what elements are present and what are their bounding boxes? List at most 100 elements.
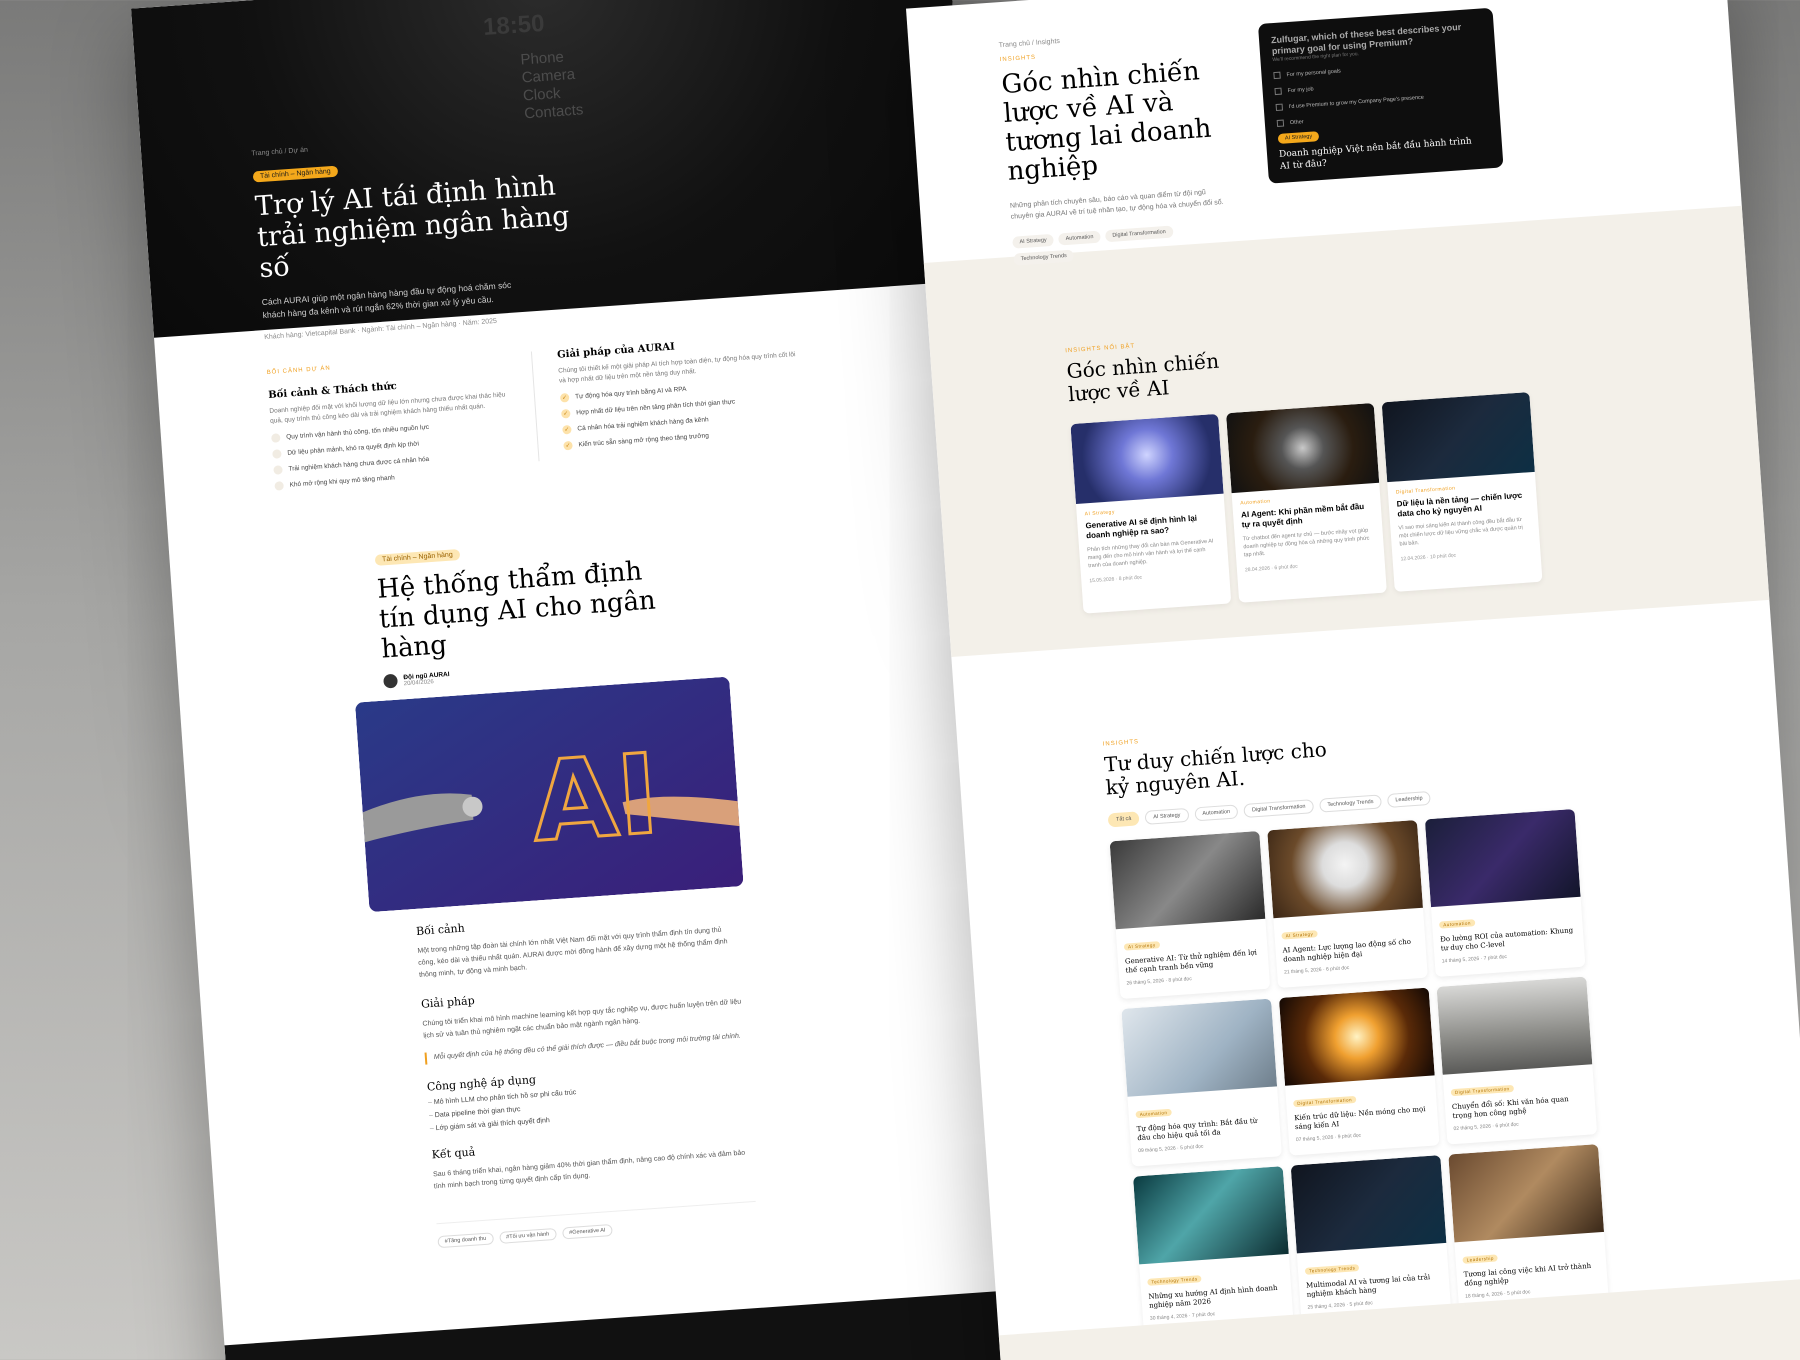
- section-eyebrow: Bối cảnh dự án: [266, 365, 331, 377]
- post-excerpt: Từ chatbot đến agent tự chủ — bước nhảy …: [1242, 527, 1370, 559]
- post-image: [1133, 1166, 1289, 1265]
- post-card[interactable]: Automation Tự động hóa quy trình: Bắt đầu…: [1121, 998, 1282, 1167]
- post-meta: 15.05.2026 · 8 phút đọc: [1089, 574, 1143, 585]
- challenge-column: Bối cảnh dự án Bối cảnh & Thách thức Doa…: [266, 353, 515, 491]
- post-card[interactable]: Digital Transformation Dữ liệu là nền tả…: [1381, 392, 1543, 592]
- case-study-page: 18:50 Phone Camera Clock Contacts Trang …: [130, 0, 1049, 1360]
- option-label: For my personal goals: [1286, 67, 1342, 78]
- filter-technology-trends[interactable]: Technology Trends: [1318, 794, 1382, 813]
- insights-page: Trang chủ / Insights Insights Góc nhìn c…: [905, 0, 1800, 1360]
- bullet-icon: [274, 481, 284, 491]
- read-time: 6 phút đọc: [1325, 965, 1350, 973]
- post-date: 26 tháng 5, 2026: [1126, 977, 1165, 987]
- post-image: [1267, 819, 1423, 919]
- post-title: Những xu hướng AI định hình doanh nghiệp…: [1148, 1283, 1278, 1310]
- tag-link[interactable]: #Tăng doanh thu: [437, 1232, 494, 1249]
- post-card[interactable]: AI Strategy Generative AI: Từ thử nghiệm …: [1109, 830, 1271, 1000]
- bullet-icon: [273, 465, 283, 475]
- article-badge: Tài chính – Ngân hàng: [374, 549, 461, 566]
- post-date: 02 tháng 5, 2026: [1453, 1123, 1492, 1133]
- filter-ai-strategy[interactable]: AI Strategy: [1144, 807, 1189, 825]
- post-date: 14 tháng 5, 2026: [1441, 955, 1480, 965]
- post-image: [1070, 413, 1224, 504]
- tag-link[interactable]: #Tối ưu vận hành: [498, 1227, 557, 1244]
- tag-link[interactable]: #Generative AI: [561, 1224, 613, 1240]
- post-image: [1109, 830, 1266, 930]
- post-title: Generative AI sẽ định hình lại doanh ngh…: [1085, 513, 1198, 541]
- topic-tag[interactable]: Digital Transformation: [1104, 225, 1174, 243]
- article-tags: #Tăng doanh thu #Tối ưu vận hành #Genera…: [436, 1200, 758, 1249]
- section-title: Tư duy chiến lược cho kỷ nguyên AI.: [1103, 737, 1328, 800]
- read-time: 6 phút đọc: [1495, 1121, 1519, 1130]
- list-item-label: Kiến trúc sẵn sàng mở rộng theo tăng trư…: [578, 432, 710, 449]
- post-image: [1278, 987, 1435, 1086]
- post-category: AI Strategy: [1281, 930, 1318, 940]
- read-time: 10 phút đọc: [1429, 552, 1457, 561]
- check-icon: ✓: [561, 408, 571, 419]
- filter-all[interactable]: Tất cả: [1107, 811, 1140, 828]
- post-title: AI Agent: Khi phần mềm bắt đầu tự ra quy…: [1240, 501, 1365, 530]
- post-card[interactable]: Automation AI Agent: Khi phần mềm bắt đầ…: [1226, 402, 1387, 603]
- post-image: [1436, 976, 1593, 1075]
- post-title: Tương lai công việc khi AI trở thành đồn…: [1463, 1261, 1592, 1288]
- phone-clock: 18:50: [482, 9, 546, 42]
- post-date: 15.05.2026: [1089, 576, 1115, 585]
- option-label: I'd use Premium to grow my Company Page'…: [1288, 94, 1425, 110]
- post-card[interactable]: AI Strategy AI Agent: Lực lượng lao động …: [1267, 819, 1428, 989]
- post-card[interactable]: Technology Trends Multimodal AI và tương …: [1290, 1155, 1452, 1324]
- post-image: [1381, 392, 1535, 483]
- post-card[interactable]: AI Strategy Generative AI sẽ định hình l…: [1070, 413, 1232, 614]
- featured-post-card[interactable]: Zulfugar, which of these best describes …: [1257, 7, 1504, 184]
- checkbox-icon: [1275, 103, 1284, 112]
- page-title: Góc nhìn chiến lược về AI và tương lai d…: [1000, 56, 1213, 187]
- post-card[interactable]: Technology Trends Những xu hướng AI định …: [1133, 1166, 1294, 1335]
- hero-description: Những phân tích chuyên sâu, báo cáo và q…: [1009, 189, 1224, 221]
- featured-insights-section: Insights nổi bật Góc nhìn chiến lược về …: [923, 205, 1770, 658]
- read-time: 9 phút đọc: [1337, 1132, 1362, 1141]
- post-card[interactable]: Digital Transformation Chuyển đổi số: Khi…: [1436, 976, 1598, 1145]
- phone-menu: Phone Camera Clock Contacts: [520, 47, 584, 123]
- post-category: AI Strategy: [1123, 941, 1160, 951]
- topic-tag[interactable]: Automation: [1058, 230, 1101, 246]
- breadcrumb-projects-link[interactable]: Dự án: [288, 147, 308, 155]
- list-item-label: Dữ liệu phân mảnh, khó ra quyết định kịp…: [287, 440, 420, 457]
- post-card[interactable]: Automation Đo lường ROI của automation: K…: [1424, 808, 1586, 977]
- post-meta: 28.04.2026 · 6 phút đọc: [1244, 563, 1298, 574]
- article-body: Bối cảnh Một trong những tập đoàn tài ch…: [416, 903, 758, 1249]
- post-date: 30 tháng 4, 2026: [1149, 1313, 1188, 1322]
- checkbox-icon: [1274, 87, 1282, 96]
- robot-human-hands-image: AI: [354, 676, 744, 913]
- breadcrumb-home-link[interactable]: Trang chủ: [251, 148, 283, 157]
- option-label: For my job: [1287, 85, 1314, 94]
- case-study-hero: 18:50 Phone Camera Clock Contacts Trang …: [130, 0, 973, 341]
- article-section: Tài chính – Ngân hàng Hệ thống thẩm định…: [165, 441, 1037, 1263]
- breadcrumb-home-link[interactable]: Trang chủ: [999, 40, 1031, 49]
- topic-tag[interactable]: AI Strategy: [1012, 233, 1055, 249]
- filter-automation[interactable]: Automation: [1193, 804, 1239, 822]
- image-ai-letters: AI: [528, 730, 663, 866]
- list-item-label: Hợp nhất dữ liệu trên nền tảng phân tích…: [576, 398, 736, 417]
- filter-digital-transformation[interactable]: Digital Transformation: [1243, 799, 1314, 818]
- post-title: Kiến trúc dữ liệu: Nền móng cho mọi sáng…: [1294, 1105, 1426, 1132]
- post-card[interactable]: Leadership Tương lai công việc khi AI trở…: [1448, 1144, 1609, 1313]
- post-category: Leadership: [1462, 1254, 1499, 1264]
- read-time: 7 phút đọc: [1483, 953, 1508, 962]
- post-title: Đo lường ROI của automation: Khung tư du…: [1439, 926, 1574, 953]
- post-excerpt: Vì sao mọi sáng kiến AI thành công đều b…: [1398, 516, 1523, 548]
- post-image: [1121, 998, 1278, 1097]
- featured-cards: AI Strategy Generative AI sẽ định hình l…: [1070, 376, 1767, 614]
- list-item-label: Quy trình vận hành thủ công, tốn nhiều n…: [286, 423, 430, 441]
- filter-leadership[interactable]: Leadership: [1386, 790, 1432, 808]
- avatar: [383, 673, 399, 689]
- breadcrumb-insights-link[interactable]: Insights: [1036, 38, 1061, 47]
- column-divider: [530, 351, 540, 462]
- article-title: Hệ thống thẩm định tín dụng AI cho ngân …: [376, 556, 657, 665]
- post-date: 18 tháng 4, 2026: [1465, 1291, 1503, 1300]
- post-image: [1290, 1155, 1447, 1254]
- solution-column: Giải pháp của AURAI Chúng tôi thiết kế m…: [557, 333, 805, 470]
- post-card[interactable]: Digital Transformation Kiến trúc dữ liệu:…: [1278, 987, 1440, 1156]
- post-date: 25 tháng 4, 2026: [1307, 1302, 1346, 1311]
- phone-menu-item: Contacts: [523, 101, 584, 123]
- post-date: 07 tháng 5, 2026: [1295, 1134, 1334, 1144]
- solution-list: ✓ Tự động hóa quy trình bằng AI và RPA ✓ H…: [559, 377, 803, 451]
